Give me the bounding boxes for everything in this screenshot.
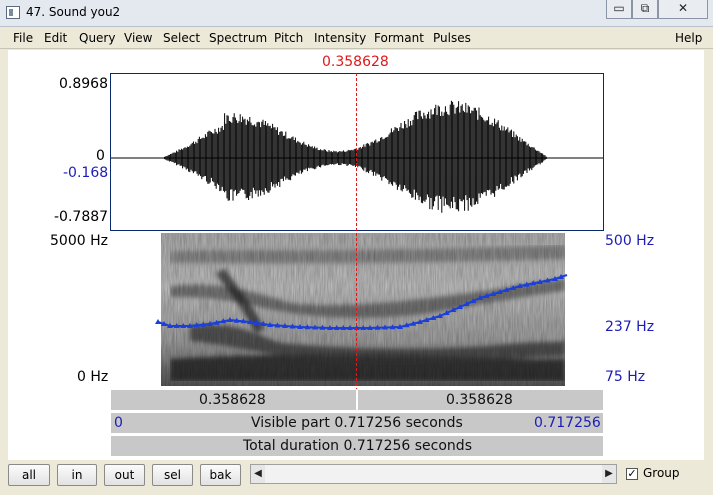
zoom-all-button[interactable]: all [8, 464, 50, 486]
spectrogram-top-freq-label: 5000 Hz [50, 233, 108, 249]
zoom-out-button[interactable]: out [104, 464, 145, 486]
waveform-max-label: 0.8968 [59, 76, 108, 92]
visible-start-label: 0 [114, 415, 123, 431]
pitch-mid-label: 237 Hz [605, 319, 655, 335]
pitch-top-label: 500 Hz [605, 233, 655, 249]
waveform-min-label: -0.7887 [54, 209, 109, 225]
zoom-in-button[interactable]: in [57, 464, 97, 486]
menu-intensity[interactable]: Intensity [314, 31, 366, 45]
zoom-sel-button[interactable]: sel [152, 464, 193, 486]
menu-spectrum[interactable]: Spectrum [209, 31, 267, 45]
menu-bar: File Edit Query View Select Spectrum Pit… [0, 27, 713, 49]
scroll-left-icon[interactable]: ◀ [251, 465, 265, 483]
waveform-cursor-value-label: -0.168 [63, 165, 109, 181]
horizontal-scrollbar[interactable]: ◀ ▶ [250, 464, 617, 484]
selection-right-segment[interactable]: 0.358628 [357, 389, 604, 411]
menu-file[interactable]: File [13, 31, 33, 45]
window-title: 47. Sound you2 [26, 5, 121, 19]
menu-query[interactable]: Query [79, 31, 115, 45]
spectrogram-bottom-freq-label: 0 Hz [77, 369, 109, 385]
right-segment-duration: 0.358628 [446, 392, 513, 408]
menu-edit[interactable]: Edit [44, 31, 67, 45]
visible-end-label: 0.717256 [534, 415, 601, 431]
visible-part-bar[interactable]: 0 Visible part 0.717256 seconds 0.717256 [110, 412, 604, 434]
visible-part-label: Visible part 0.717256 seconds [251, 415, 463, 431]
app-icon [6, 6, 20, 19]
menu-select[interactable]: Select [163, 31, 200, 45]
pitch-bottom-label: 75 Hz [605, 369, 646, 385]
spectrogram-texture [161, 233, 565, 386]
scroll-right-icon[interactable]: ▶ [602, 465, 616, 483]
left-segment-duration: 0.358628 [199, 392, 266, 408]
maximize-button[interactable]: ⧉ [632, 0, 658, 19]
menu-formant[interactable]: Formant [374, 31, 424, 45]
pitch-point [155, 319, 161, 324]
cursor-time-label: 0.358628 [322, 54, 389, 70]
total-duration-label: Total duration 0.717256 seconds [243, 438, 472, 454]
close-button[interactable]: ✕ [658, 0, 708, 19]
selection-left-segment[interactable]: 0.358628 [110, 389, 357, 411]
group-label: Group [643, 466, 680, 480]
waveform-zero-label: 0 [96, 148, 105, 164]
zoom-back-button[interactable]: bak [200, 464, 241, 486]
menu-help[interactable]: Help [675, 31, 702, 45]
minimize-button[interactable]: ▭ [606, 0, 632, 19]
total-duration-bar[interactable]: Total duration 0.717256 seconds [110, 435, 604, 457]
waveform-samples [162, 100, 547, 213]
menu-pitch[interactable]: Pitch [274, 31, 303, 45]
title-bar: 47. Sound you2 ▭ ⧉ ✕ [0, 0, 713, 27]
menu-pulses[interactable]: Pulses [433, 31, 471, 45]
menu-view[interactable]: View [124, 31, 152, 45]
cursor-line [356, 73, 357, 389]
group-checkbox[interactable]: ✓ [626, 468, 638, 480]
